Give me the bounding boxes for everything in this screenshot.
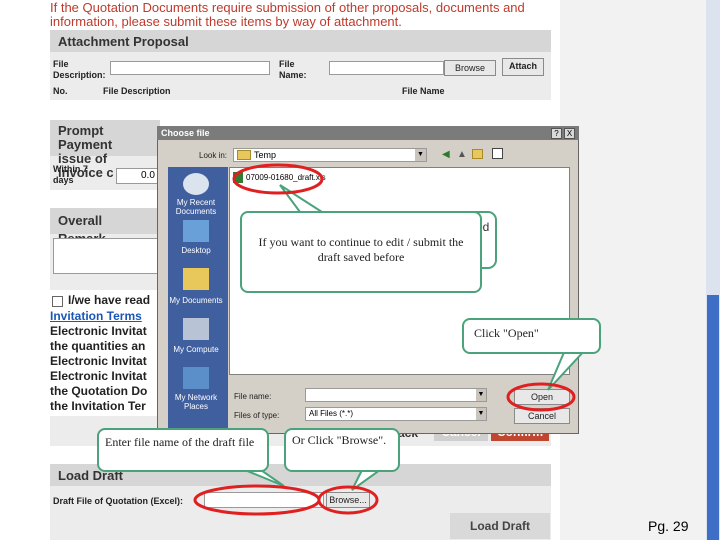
highlight-file-item	[232, 163, 324, 195]
highlight-browse-button	[317, 485, 379, 515]
browse-callout: Or Click "Browse".	[284, 428, 400, 472]
open-callout: Click "Open"	[462, 318, 601, 354]
highlight-draft-input	[193, 484, 321, 516]
enter-filename-callout: Enter file name of the draft file	[97, 428, 269, 472]
continue-callout: If you want to continue to edit / submit…	[240, 211, 482, 293]
continue-callout-pointer	[279, 184, 326, 213]
highlight-open-button	[506, 382, 576, 412]
